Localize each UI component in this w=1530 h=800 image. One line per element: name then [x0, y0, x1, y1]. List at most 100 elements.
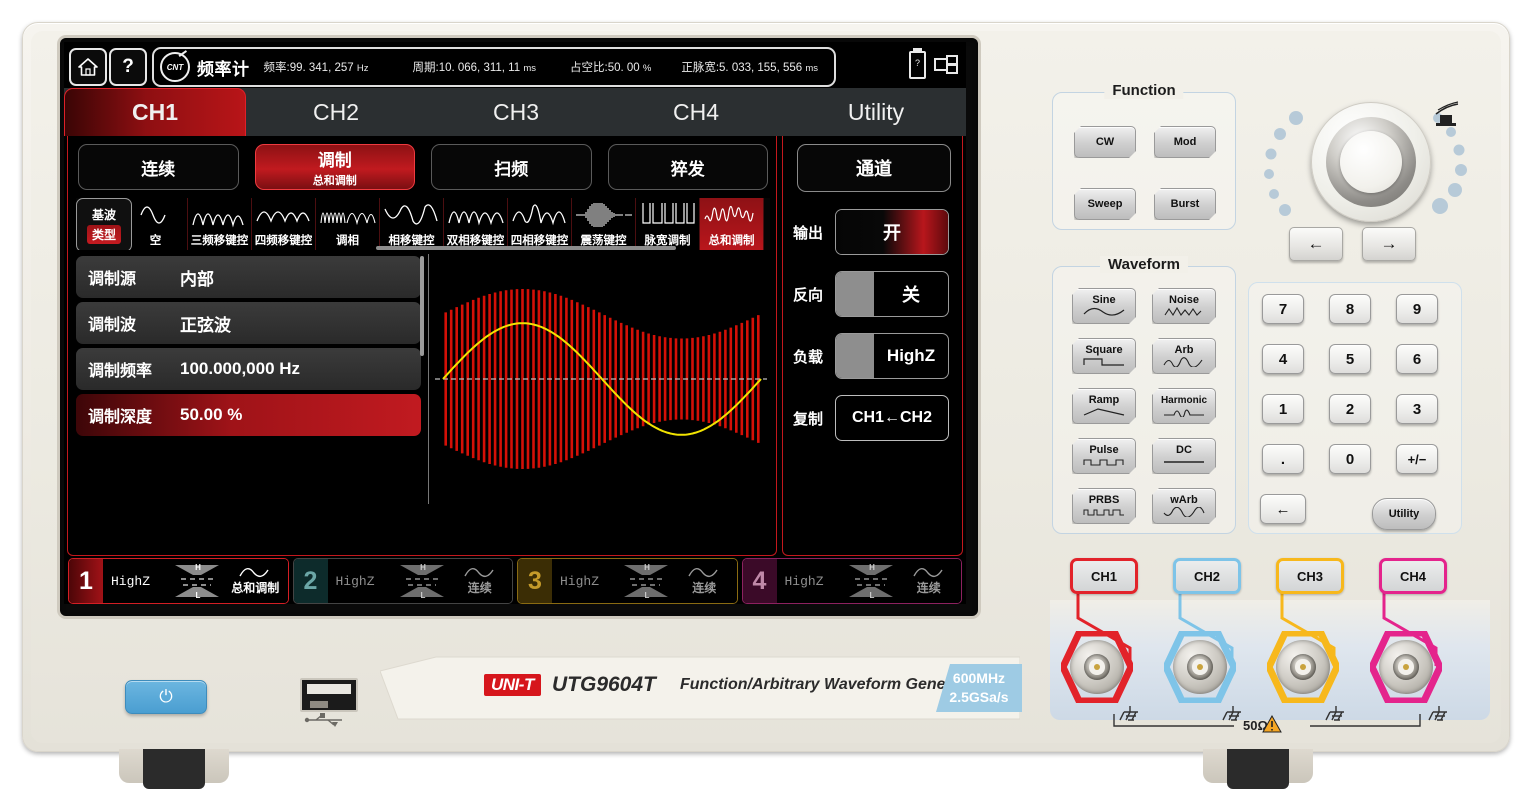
svg-text:H: H: [420, 563, 426, 572]
square-button[interactable]: Square: [1072, 338, 1136, 374]
lcd-bezel: ? CNT 频率计 频率:99. 341, 257 Hz 周期:10. 066,…: [60, 38, 978, 616]
sine-button[interactable]: Sine: [1072, 288, 1136, 324]
channel-status-1[interactable]: 1 HighZ HL 总和调制: [68, 558, 289, 604]
param-row-mod-source[interactable]: 调制源 内部: [76, 256, 421, 298]
power-icon: ⏻: [159, 687, 173, 706]
channel-panel-button[interactable]: 通道: [797, 144, 951, 192]
power-button[interactable]: ⏻: [125, 680, 207, 714]
key-8[interactable]: 8: [1329, 294, 1371, 324]
channel-status-3-load: HighZ: [560, 573, 600, 589]
tab-ch1[interactable]: CH1: [64, 88, 246, 136]
param-row-mod-frequency[interactable]: 调制频率 100.000,000 Hz: [76, 348, 421, 390]
ch4-output-button[interactable]: CH4: [1379, 558, 1447, 594]
key-0[interactable]: 0: [1329, 444, 1371, 474]
warb-button[interactable]: wArb: [1152, 488, 1216, 524]
key-dot[interactable]: .: [1262, 444, 1304, 474]
copy-button[interactable]: CH1←CH2: [835, 395, 949, 441]
wave-type-item-9[interactable]: 总和调制: [700, 198, 764, 250]
wave-type-selector-button[interactable]: 基波 类型: [76, 198, 132, 250]
backspace-icon: ←: [1275, 500, 1291, 518]
backspace-button[interactable]: ←: [1260, 494, 1306, 524]
channel-status-4[interactable]: 4 HighZ HL 连续: [741, 558, 962, 604]
bnc-connector-ch2[interactable]: [1164, 631, 1236, 703]
param-key-mod-source: 调制源: [88, 271, 137, 288]
home-icon[interactable]: [69, 48, 107, 86]
prbs-button[interactable]: PRBS: [1072, 488, 1136, 524]
ch2-output-button[interactable]: CH2: [1173, 558, 1241, 594]
left-pane: 连续 调制 总和调制 扫频 猝发 空 三频移键控 四频移键控 调相 相移键控 双…: [67, 136, 777, 556]
key-5-label: 5: [1345, 350, 1355, 368]
frequency-counter-panel[interactable]: CNT 频率计 频率:99. 341, 257 Hz 周期:10. 066, 3…: [152, 47, 836, 87]
load-toggle[interactable]: HighZ: [835, 333, 949, 379]
wave-type-item-6[interactable]: 四相移键控: [508, 198, 572, 250]
wave-type-item-4[interactable]: 相移键控: [380, 198, 444, 250]
counter-field-pulsewidth-label: 正脉宽:: [681, 62, 720, 74]
wave-type-item-8[interactable]: 脉宽调制: [636, 198, 700, 250]
key-2[interactable]: 2: [1329, 394, 1371, 424]
sweep-button[interactable]: Sweep: [1074, 188, 1136, 220]
cw-button[interactable]: CW: [1074, 126, 1136, 158]
wave-type-item-2[interactable]: 四频移键控: [252, 198, 316, 250]
ramp-button-label: Ramp: [1088, 394, 1120, 406]
load-label: 负载: [793, 348, 824, 366]
counter-field-duty-unit: %: [642, 63, 652, 74]
arrow-right-button[interactable]: →: [1362, 227, 1416, 261]
arb-button-label: Arb: [1174, 344, 1194, 356]
mode-button-sweep[interactable]: 扫频: [431, 144, 592, 190]
key-3[interactable]: 3: [1396, 394, 1438, 424]
mod-button[interactable]: Mod: [1154, 126, 1216, 158]
burst-button-label: Burst: [1170, 197, 1200, 210]
mode-button-continuous[interactable]: 连续: [78, 144, 239, 190]
channel-status-2-mode-block: 连续: [448, 566, 513, 596]
tab-ch2[interactable]: CH2: [246, 88, 426, 136]
output-toggle[interactable]: 开: [835, 209, 949, 255]
key-6[interactable]: 6: [1396, 344, 1438, 374]
harmonic-button[interactable]: Harmonic: [1152, 388, 1216, 424]
ch3-output-button[interactable]: CH3: [1276, 558, 1344, 594]
utility-button[interactable]: Utility: [1372, 498, 1436, 530]
burst-button[interactable]: Burst: [1154, 188, 1216, 220]
counter-field-period-unit: ms: [523, 63, 536, 74]
branding-strip: UNI-T UTG9604T Function/Arbitrary Wavefo…: [380, 660, 1022, 718]
parameter-scrollbar[interactable]: [420, 256, 424, 356]
main-body: 连续 调制 总和调制 扫频 猝发 空 三频移键控 四频移键控 调相 相移键控 双…: [64, 136, 966, 556]
tab-utility[interactable]: Utility: [786, 88, 966, 136]
svg-text:H: H: [644, 563, 650, 572]
ramp-button[interactable]: Ramp: [1072, 388, 1136, 424]
wave-type-item-7[interactable]: 震荡键控: [572, 198, 636, 250]
wave-type-item-5[interactable]: 双相移键控: [444, 198, 508, 250]
key-7[interactable]: 7: [1262, 294, 1304, 324]
key-5[interactable]: 5: [1329, 344, 1371, 374]
wave-type-item-1[interactable]: 三频移键控: [188, 198, 252, 250]
tab-ch3[interactable]: CH3: [426, 88, 606, 136]
mode-button-modulation[interactable]: 调制 总和调制: [254, 144, 415, 190]
channel-status-3[interactable]: 3 HighZ HL 连续: [517, 558, 738, 604]
invert-toggle[interactable]: 关: [835, 271, 949, 317]
key-4[interactable]: 4: [1262, 344, 1304, 374]
utility-button-label: Utility: [1388, 508, 1420, 520]
channel-status-2[interactable]: 2 HighZ HL 连续: [292, 558, 513, 604]
ch1-output-button[interactable]: CH1: [1070, 558, 1138, 594]
help-button[interactable]: ?: [109, 48, 147, 86]
param-row-mod-depth[interactable]: 调制深度 50.00 %: [76, 394, 421, 436]
arrow-left-button[interactable]: ←: [1289, 227, 1343, 261]
key-plusminus[interactable]: +/−: [1396, 444, 1438, 474]
arb-button[interactable]: Arb: [1152, 338, 1216, 374]
device-subtitle: Function/Arbitrary Waveform Generator: [680, 676, 982, 693]
usb-port[interactable]: [300, 678, 358, 712]
bnc-connector-ch1[interactable]: [1061, 631, 1133, 703]
param-row-mod-wave[interactable]: 调制波 正弦波: [76, 302, 421, 344]
wave-type-item-3[interactable]: 调相: [316, 198, 380, 250]
bnc-connector-ch3[interactable]: [1267, 631, 1339, 703]
waveform-plot: [428, 254, 773, 504]
key-1[interactable]: 1: [1262, 394, 1304, 424]
pulse-button[interactable]: Pulse: [1072, 438, 1136, 474]
dc-button[interactable]: DC: [1152, 438, 1216, 474]
bnc-connector-ch4[interactable]: [1370, 631, 1442, 703]
noise-button[interactable]: Noise: [1152, 288, 1216, 324]
wave-type-item-0[interactable]: 空: [124, 198, 188, 250]
mode-button-burst[interactable]: 猝发: [607, 144, 768, 190]
key-9[interactable]: 9: [1396, 294, 1438, 324]
tab-ch4[interactable]: CH4: [606, 88, 786, 136]
wave-type-scrollbar[interactable]: [376, 246, 676, 250]
